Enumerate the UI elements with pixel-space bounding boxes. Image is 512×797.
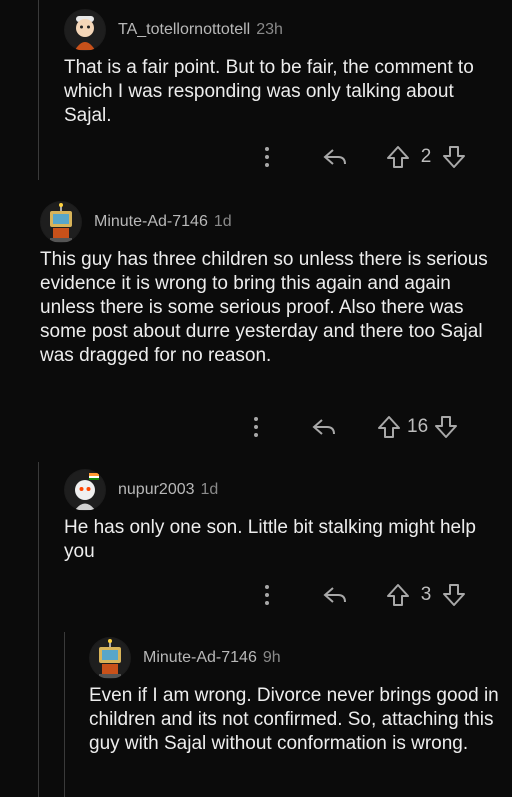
snoo-avatar-icon[interactable]	[64, 9, 106, 51]
comment-age: 1d	[200, 481, 219, 498]
more-options-button[interactable]	[256, 584, 278, 606]
downvote-arrow-icon	[435, 416, 458, 438]
comment-header: nupur2003 1d	[64, 469, 504, 511]
upvote-arrow-icon	[387, 584, 409, 606]
vote-count: 3	[420, 584, 432, 605]
more-vertical-icon	[265, 585, 269, 605]
more-vertical-icon	[254, 417, 258, 437]
reply-button[interactable]	[307, 416, 341, 438]
more-options-button[interactable]	[245, 416, 267, 438]
username[interactable]: TA_totellornottotell	[118, 21, 250, 39]
reply-icon	[323, 149, 346, 165]
upvote-button[interactable]	[377, 415, 401, 439]
reply-icon	[312, 419, 335, 435]
vote-count: 2	[420, 146, 432, 167]
robot-avatar-icon[interactable]	[89, 637, 131, 679]
thread-rail[interactable]	[64, 632, 65, 797]
downvote-arrow-icon	[443, 146, 465, 168]
username[interactable]: Minute-Ad-7146	[143, 649, 257, 667]
reply-button[interactable]	[318, 146, 352, 168]
vote-count: 16	[407, 416, 429, 437]
downvote-button[interactable]	[442, 145, 466, 169]
comment-age: 23h	[256, 21, 283, 38]
comment: Minute-Ad-7146 1d This guy has three chi…	[40, 201, 500, 368]
upvote-button[interactable]	[386, 145, 410, 169]
comment-thread: TA_totellornottotell 23h That is a fair …	[0, 0, 512, 797]
comment-actions: 3	[256, 583, 466, 607]
downvote-button[interactable]	[442, 583, 466, 607]
comment-actions: 2	[256, 145, 466, 169]
comment-body: Even if I am wrong. Divorce never brings…	[89, 685, 499, 754]
thread-rail[interactable]	[38, 462, 39, 797]
robot-avatar-icon[interactable]	[40, 201, 82, 243]
username[interactable]: nupur2003	[118, 481, 195, 499]
upvote-button[interactable]	[386, 583, 410, 607]
snoo-avatar-icon[interactable]	[64, 469, 106, 511]
downvote-button[interactable]	[434, 415, 458, 439]
downvote-arrow-icon	[443, 584, 465, 606]
comment-body: He has only one son. Little bit stalking…	[64, 517, 476, 562]
comment-age: 1d	[213, 213, 232, 230]
comment-body: That is a fair point. But to be fair, th…	[64, 57, 474, 126]
reply-button[interactable]	[318, 584, 352, 606]
comment-age: 9h	[262, 649, 281, 666]
comment-header: Minute-Ad-7146 1d	[40, 201, 500, 243]
comment-actions: 16	[245, 415, 458, 439]
more-vertical-icon	[265, 147, 269, 167]
comment: TA_totellornottotell 23h That is a fair …	[64, 9, 504, 128]
thread-rail[interactable]	[38, 0, 39, 180]
comment-body: This guy has three children so unless th…	[40, 249, 488, 366]
reply-icon	[323, 587, 346, 603]
more-options-button[interactable]	[256, 146, 278, 168]
comment: nupur2003 1d He has only one son. Little…	[64, 469, 504, 564]
upvote-arrow-icon	[387, 146, 409, 168]
comment-header: Minute-Ad-7146 9h	[89, 637, 499, 679]
upvote-arrow-icon	[378, 416, 400, 438]
comment: Minute-Ad-7146 9h Even if I am wrong. Di…	[89, 637, 499, 756]
username[interactable]: Minute-Ad-7146	[94, 213, 208, 231]
comment-header: TA_totellornottotell 23h	[64, 9, 504, 51]
